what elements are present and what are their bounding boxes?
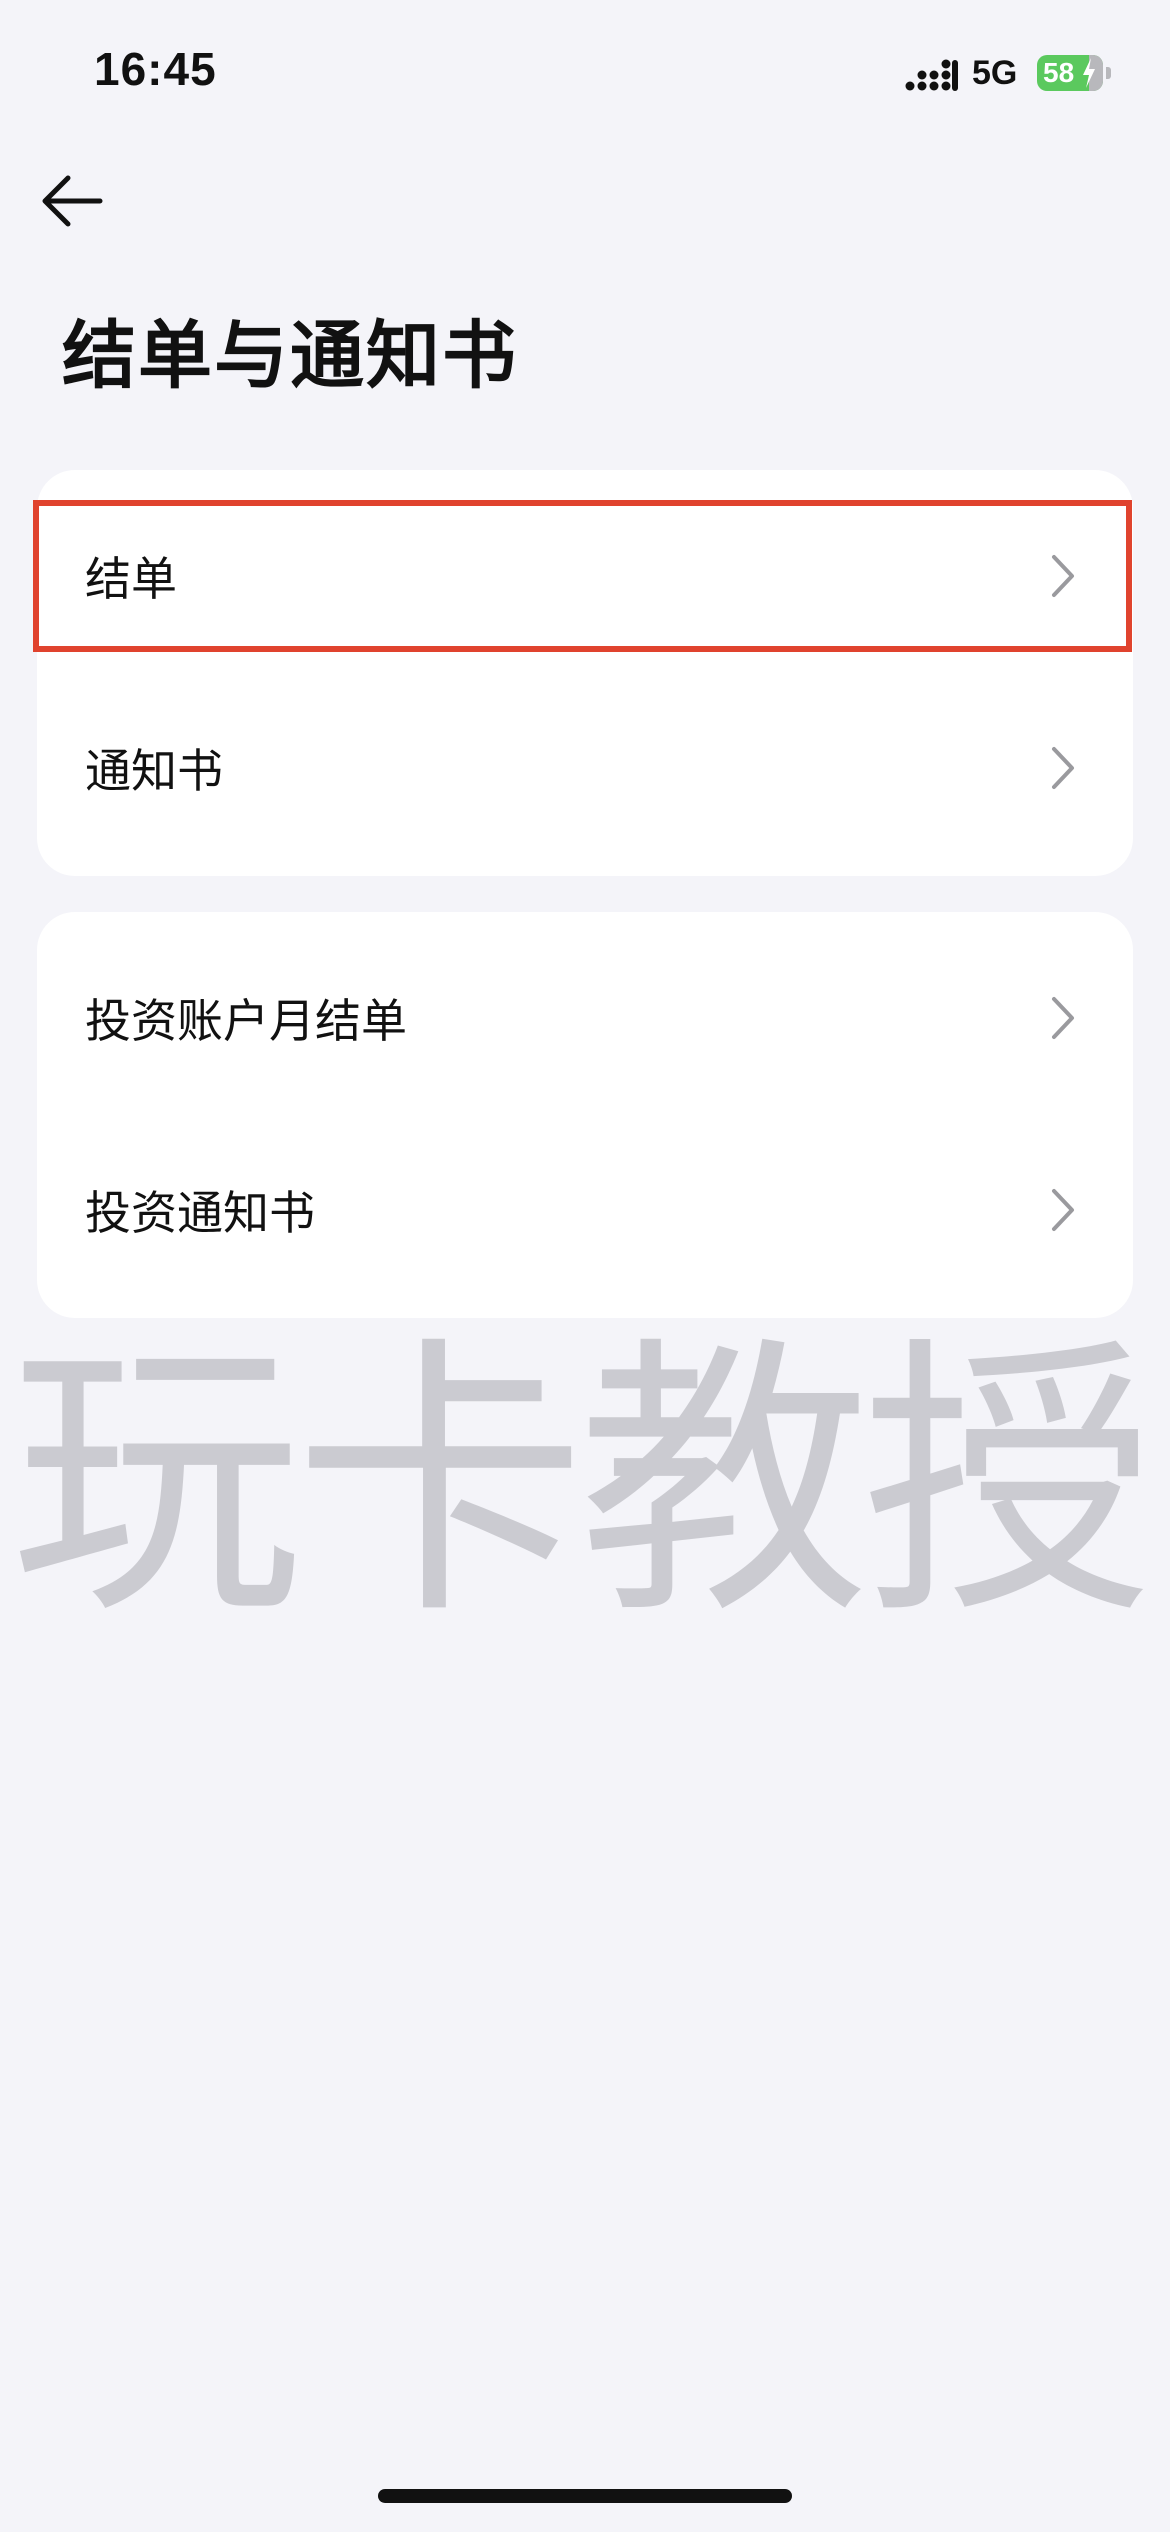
arrow-left-icon[interactable] [38,168,108,234]
battery-level: 58 [1043,57,1075,88]
page-title: 结单与通知书 [62,313,518,399]
battery-cap [1106,67,1111,79]
watermark: 玩卡教授 [10,1313,1154,1653]
network-type: 5G [972,54,1018,92]
list-item-label: 通知书 [85,744,223,798]
list-item-notice[interactable]: 通知书 [37,693,1133,843]
chevron-right-icon [1052,997,1074,1039]
status-time: 16:45 [94,43,217,95]
list-item-investment-notice[interactable]: 投资通知书 [37,1135,1133,1285]
chevron-right-icon [1052,747,1074,789]
list-item-label: 投资通知书 [85,1186,315,1240]
battery-charging-icon: 58 [1037,55,1103,91]
highlight-box [33,500,1132,652]
signal-icon [905,59,958,91]
investment-card: 投资账户月结单 投资通知书 [37,912,1133,1318]
home-indicator[interactable] [378,2489,792,2503]
list-item-label: 投资账户月结单 [85,994,407,1048]
bolt-icon [1083,58,1095,88]
status-bar: 16:45 5G 58 [0,0,1170,150]
chevron-right-icon [1052,1189,1074,1231]
list-item-investment-monthly-statement[interactable]: 投资账户月结单 [37,943,1133,1093]
